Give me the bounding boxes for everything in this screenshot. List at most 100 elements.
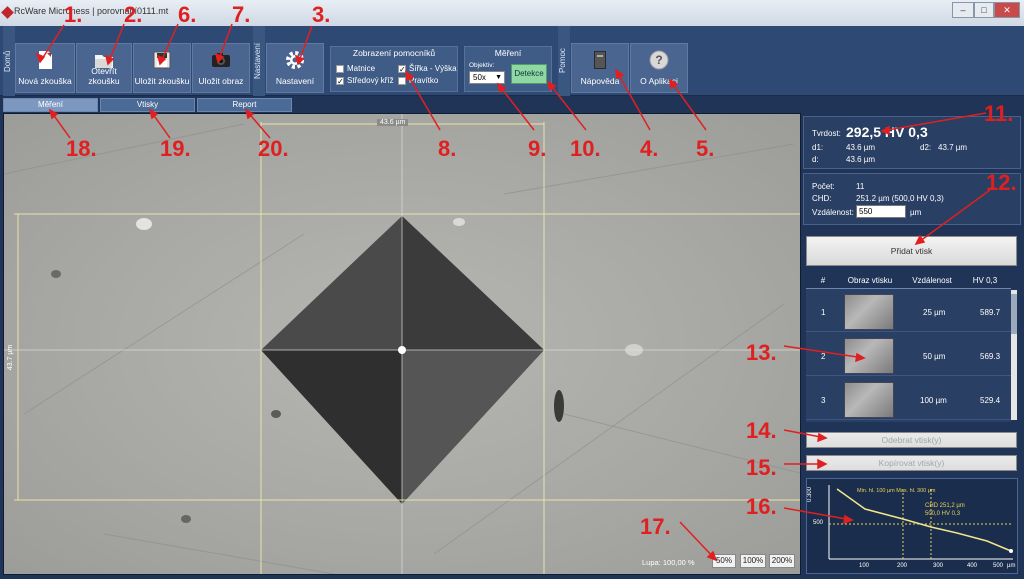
tab-bar: Měření Vtisky Report xyxy=(0,96,1024,113)
graph-x-tick: 300 xyxy=(933,563,944,569)
detekce-button[interactable]: Detekce xyxy=(511,64,547,84)
annotation-label: 2. xyxy=(124,2,143,27)
sirka-vyska-checkbox[interactable]: ✓ Šířka - Výška xyxy=(398,64,457,73)
window-title: RcWare Microness | porovnání0111.mt xyxy=(14,6,169,16)
tab-mereni[interactable]: Měření xyxy=(3,98,98,112)
minimize-button[interactable]: ‒ xyxy=(952,2,974,18)
save-disk-icon xyxy=(152,50,172,70)
zoom-200-button[interactable]: 200% xyxy=(769,554,795,568)
pocet-value: 11 xyxy=(856,182,865,191)
ulozit-obraz-button[interactable]: Uložit obraz xyxy=(192,43,250,93)
checkbox-checked-icon: ✓ xyxy=(398,64,406,74)
annotation-label: 11. xyxy=(984,101,1014,126)
annotation-label: 13. xyxy=(746,340,777,365)
zoom-50-button[interactable]: 50% xyxy=(712,554,736,568)
annotation-label: 5. xyxy=(696,136,715,161)
section-pomoc: Pomoc xyxy=(558,26,570,96)
help-book-icon xyxy=(590,50,610,70)
vzdalenost-unit: µm xyxy=(910,208,922,217)
vzdalenost-input[interactable] xyxy=(856,205,906,218)
question-icon: ? xyxy=(649,50,669,70)
measure-title: Měření xyxy=(494,48,522,58)
pocet-label: Počet: xyxy=(812,182,835,191)
vzdalenost-label: Vzdálenost: xyxy=(812,208,854,217)
gear-icon xyxy=(285,50,305,70)
o-aplikaci-button[interactable]: ? O Aplikaci xyxy=(630,43,688,93)
kopirovat-vtisk-button[interactable]: Kopírovat vtisk(y) xyxy=(806,455,1017,471)
annotation-label: 7. xyxy=(232,2,251,27)
matnice-checkbox[interactable]: Matnice xyxy=(336,64,375,73)
micrograph xyxy=(4,114,800,574)
napoveda-button[interactable]: Nápověda xyxy=(571,43,629,93)
checkbox-unchecked-icon xyxy=(398,76,406,85)
annotation-label: 6. xyxy=(178,2,197,27)
section-nastaveni: Nastavení xyxy=(253,26,265,96)
otevrit-zkousku-button[interactable]: Otevřít zkoušku xyxy=(76,43,132,93)
helpers-group: Zobrazení pomocníků Matnice ✓ Středový kř… xyxy=(330,46,458,92)
d2-value: 43.7 µm xyxy=(938,143,968,152)
stredovy-kriz-checkbox[interactable]: ✓ Středový kříž xyxy=(336,76,394,85)
col-header-number: # xyxy=(820,276,826,285)
annotation-label: 15. xyxy=(746,455,777,480)
nova-zkouska-button[interactable]: Nová zkouška xyxy=(15,43,75,93)
checkbox-checked-icon: ✓ xyxy=(336,76,344,86)
maximize-button[interactable]: □ xyxy=(974,2,994,18)
annotation-label: 19. xyxy=(160,136,191,161)
annotation-label: 18. xyxy=(66,136,97,161)
objektiv-select[interactable]: 50x ▼ xyxy=(469,71,505,84)
indent-thumbnail xyxy=(844,338,894,374)
annotation-label: 20. xyxy=(258,136,289,161)
annotation-label: 17. xyxy=(640,514,671,539)
tab-report[interactable]: Report xyxy=(197,98,292,112)
ulozit-zkousku-button[interactable]: Uložit zkoušku xyxy=(133,43,191,93)
helpers-title: Zobrazení pomocníků xyxy=(352,48,436,58)
table-scrollbar[interactable] xyxy=(1011,290,1017,420)
chevron-down-icon: ▼ xyxy=(495,74,502,81)
graph-chd-note2: 500,0 HV 0,3 xyxy=(925,511,961,517)
d-value: 43.6 µm xyxy=(846,155,876,164)
indent-thumbnail xyxy=(844,294,894,330)
indent-thumbnail xyxy=(844,382,894,418)
table-row[interactable]: 2 50 µm 569.3 xyxy=(806,334,1011,376)
image-viewer[interactable]: 43.6 µm 43.7 µm Lupa: 100,00 % xyxy=(3,113,801,575)
objektiv-label: Objektiv: xyxy=(469,62,495,69)
d1-label: d1: xyxy=(812,143,824,152)
annotation-label: 8. xyxy=(438,136,457,161)
pravitko-checkbox[interactable]: Pravítko xyxy=(398,76,438,85)
chd-label: CHD: xyxy=(812,194,832,203)
nastaveni-button[interactable]: Nastavení xyxy=(266,43,324,93)
table-row[interactable]: 3 100 µm 529.4 xyxy=(806,378,1011,420)
graph-chd-note1: CHD 251,2 µm xyxy=(925,503,965,509)
annotation-label: 12. xyxy=(986,170,1017,195)
d1-value: 43.6 µm xyxy=(846,143,876,152)
graph-x-tick: 400 xyxy=(967,563,978,569)
checkbox-unchecked-icon xyxy=(336,64,344,73)
table-row[interactable]: 1 25 µm 589.7 xyxy=(806,290,1011,332)
close-button[interactable]: ✕ xyxy=(994,2,1020,18)
graph-x-tick: 200 xyxy=(897,563,908,569)
camera-icon xyxy=(211,50,231,70)
svg-text:?: ? xyxy=(655,53,662,67)
graph-x-tick: 500 xyxy=(993,563,1004,569)
tvrdost-value: 292,5 HV 0,3 xyxy=(846,124,928,140)
app-icon xyxy=(1,6,14,19)
pridat-vtisk-button[interactable]: Přidat vtisk xyxy=(806,236,1017,266)
chd-value: 251.2 µm (500,0 HV 0,3) xyxy=(856,194,944,203)
d2-label: d2: xyxy=(920,143,932,152)
annotation-label: 16. xyxy=(746,494,777,519)
zoom-100-button[interactable]: 100% xyxy=(740,554,766,568)
annotation-label: 4. xyxy=(640,136,659,161)
d-label: d: xyxy=(812,155,819,164)
height-measurement-label: 43.7 µm xyxy=(7,344,15,371)
tvrdost-label: Tvrdost: xyxy=(812,129,841,138)
indent-table: # Obraz vtisku Vzdálenost HV 0,3 1 25 µm… xyxy=(806,274,1017,422)
width-measurement-label: 43.6 µm xyxy=(377,119,409,126)
graph-x-tick: 100 xyxy=(859,563,870,569)
odebrat-vtisk-button[interactable]: Odebrat vtisk(y) xyxy=(806,432,1017,448)
col-header-image: Obraz vtisku xyxy=(847,276,893,285)
ribbon: Domů Nová zkouška Otevřít zkoušku Uložit… xyxy=(0,26,1024,96)
graph-y-top-label: 0.300 xyxy=(807,487,813,503)
graph-min-max-note: Min. hl. 100 µm Max. hl. 300 µm xyxy=(857,488,936,494)
tab-vtisky[interactable]: Vtisky xyxy=(100,98,195,112)
new-file-icon xyxy=(35,50,55,70)
